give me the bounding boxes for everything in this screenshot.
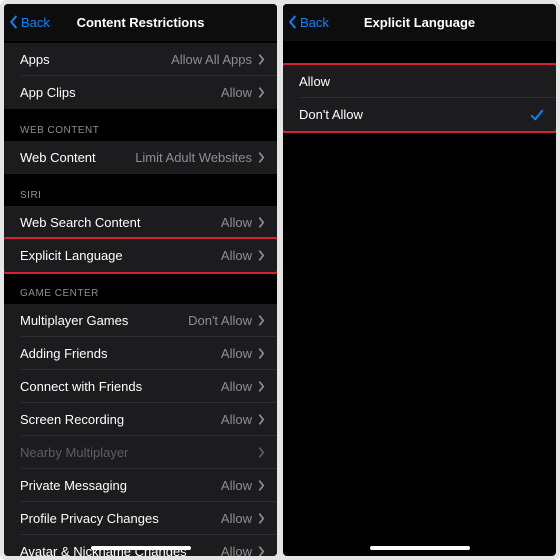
row-apps[interactable]: Apps Allow All Apps	[4, 43, 277, 76]
back-label: Back	[300, 15, 329, 30]
row-value: Limit Adult Websites	[135, 150, 252, 165]
settings-scroll[interactable]: Apps Allow All Apps App Clips Allow WEB …	[4, 41, 277, 556]
row-private-messaging[interactable]: Private Messaging Allow	[4, 469, 277, 502]
chevron-right-icon	[258, 87, 265, 98]
row-web-content[interactable]: Web Content Limit Adult Websites	[4, 141, 277, 174]
row-adding-friends[interactable]: Adding Friends Allow	[4, 337, 277, 370]
row-profile-privacy-changes[interactable]: Profile Privacy Changes Allow	[4, 502, 277, 535]
back-label: Back	[21, 15, 50, 30]
row-app-clips[interactable]: App Clips Allow	[4, 76, 277, 109]
row-value: Allow	[221, 544, 252, 556]
row-label: Web Search Content	[20, 215, 221, 230]
row-label: Web Content	[20, 150, 135, 165]
back-button[interactable]: Back	[283, 15, 329, 30]
row-connect-with-friends[interactable]: Connect with Friends Allow	[4, 370, 277, 403]
row-label: Explicit Language	[20, 248, 221, 263]
row-label: Allow	[299, 74, 544, 89]
group-web: Web Content Limit Adult Websites	[4, 141, 277, 174]
phone-left: Back Content Restrictions Apps Allow All…	[4, 4, 277, 556]
row-label: Nearby Multiplayer	[20, 445, 252, 460]
row-value: Allow	[221, 478, 252, 493]
group-siri: Web Search Content Allow Explicit Langua…	[4, 206, 277, 272]
group-options: Allow Don't Allow	[283, 65, 556, 131]
chevron-right-icon	[258, 152, 265, 163]
nav-bar: Back Explicit Language	[283, 4, 556, 41]
group-top: Apps Allow All Apps App Clips Allow	[4, 43, 277, 109]
row-label: Screen Recording	[20, 412, 221, 427]
checkmark-icon	[530, 108, 544, 122]
chevron-right-icon	[258, 250, 265, 261]
section-header-web: WEB CONTENT	[4, 109, 277, 141]
row-value: Allow	[221, 85, 252, 100]
chevron-right-icon	[258, 480, 265, 491]
row-value: Allow All Apps	[171, 52, 252, 67]
row-label: Don't Allow	[299, 107, 530, 122]
row-value: Allow	[221, 215, 252, 230]
nav-bar: Back Content Restrictions	[4, 4, 277, 41]
chevron-left-icon	[287, 15, 298, 29]
chevron-left-icon	[8, 15, 19, 29]
home-indicator[interactable]	[370, 546, 470, 550]
group-gamecenter: Multiplayer Games Don't Allow Adding Fri…	[4, 304, 277, 556]
home-indicator[interactable]	[91, 546, 191, 550]
row-label: Adding Friends	[20, 346, 221, 361]
chevron-right-icon	[258, 381, 265, 392]
row-value: Allow	[221, 248, 252, 263]
option-dont-allow[interactable]: Don't Allow	[283, 98, 556, 131]
option-allow[interactable]: Allow	[283, 65, 556, 98]
row-label: Apps	[20, 52, 171, 67]
row-value: Allow	[221, 379, 252, 394]
settings-scroll[interactable]: Allow Don't Allow	[283, 41, 556, 556]
row-label: Connect with Friends	[20, 379, 221, 394]
phone-right: Back Explicit Language Allow Don't Allow	[283, 4, 556, 556]
row-label: Multiplayer Games	[20, 313, 188, 328]
chevron-right-icon	[258, 54, 265, 65]
row-nearby-multiplayer: Nearby Multiplayer	[4, 436, 277, 469]
row-label: Profile Privacy Changes	[20, 511, 221, 526]
row-label: Private Messaging	[20, 478, 221, 493]
chevron-right-icon	[258, 447, 265, 458]
row-explicit-language[interactable]: Explicit Language Allow	[4, 239, 277, 272]
chevron-right-icon	[258, 513, 265, 524]
chevron-right-icon	[258, 217, 265, 228]
row-value: Allow	[221, 412, 252, 427]
chevron-right-icon	[258, 348, 265, 359]
row-value: Allow	[221, 511, 252, 526]
row-web-search-content[interactable]: Web Search Content Allow	[4, 206, 277, 239]
chevron-right-icon	[258, 414, 265, 425]
chevron-right-icon	[258, 546, 265, 556]
row-value: Allow	[221, 346, 252, 361]
section-header-siri: SIRI	[4, 174, 277, 206]
screenshot-pair: Back Content Restrictions Apps Allow All…	[0, 0, 560, 560]
chevron-right-icon	[258, 315, 265, 326]
row-screen-recording[interactable]: Screen Recording Allow	[4, 403, 277, 436]
row-label: App Clips	[20, 85, 221, 100]
row-value: Don't Allow	[188, 313, 252, 328]
section-header-gamecenter: GAME CENTER	[4, 272, 277, 304]
back-button[interactable]: Back	[4, 15, 50, 30]
row-multiplayer-games[interactable]: Multiplayer Games Don't Allow	[4, 304, 277, 337]
